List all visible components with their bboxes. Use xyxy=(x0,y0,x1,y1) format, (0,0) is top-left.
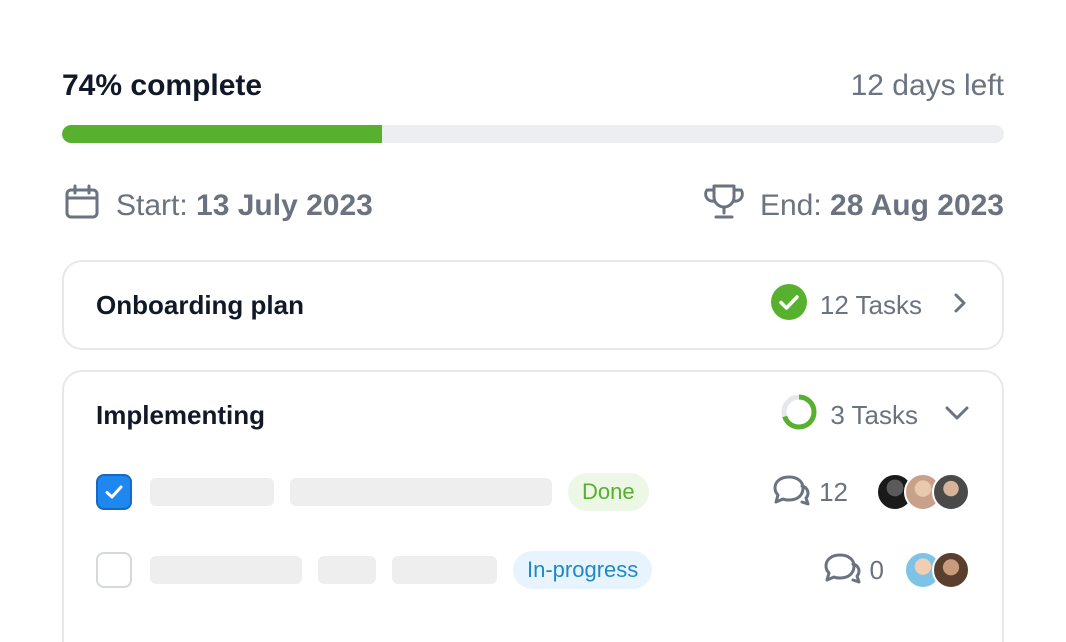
task-count: 3 Tasks xyxy=(830,399,918,430)
trophy-icon xyxy=(702,182,746,230)
start-label: Start: xyxy=(116,189,188,222)
placeholder-bar xyxy=(290,478,552,506)
start-value: 13 July 2023 xyxy=(196,189,373,222)
end-value: 28 Aug 2023 xyxy=(830,189,1004,222)
comment-count: 12 xyxy=(819,476,848,507)
calendar-icon xyxy=(62,182,102,230)
task-row: Done 12 xyxy=(96,470,970,514)
start-date: Start: 13 July 2023 xyxy=(62,182,373,230)
chevron-down-icon[interactable] xyxy=(944,400,970,431)
end-date: End: 28 Aug 2023 xyxy=(702,182,1004,230)
avatar[interactable] xyxy=(932,551,970,589)
section-title: Onboarding plan xyxy=(96,289,304,320)
avatar[interactable] xyxy=(932,473,970,511)
placeholder-bar xyxy=(318,556,376,584)
progress-bar xyxy=(62,125,1004,143)
placeholder-bar xyxy=(392,556,497,584)
task-checkbox[interactable] xyxy=(96,474,132,510)
comments-icon[interactable] xyxy=(771,473,811,512)
section-header[interactable]: Implementing 3 Tasks xyxy=(96,393,970,438)
chevron-right-icon[interactable] xyxy=(948,290,970,321)
placeholder-bar xyxy=(150,478,274,506)
date-range: Start: 13 July 2023 End: 28 Aug 2023 xyxy=(62,184,1004,228)
section-implementing: Implementing 3 Tasks Done 12 In-progress… xyxy=(62,370,1004,642)
section-title: Implementing xyxy=(96,399,266,430)
status-badge: Done xyxy=(568,473,649,511)
status-badge: In-progress xyxy=(513,551,653,589)
task-row: In-progress 0 xyxy=(96,548,970,592)
progress-ring-icon xyxy=(780,393,818,438)
placeholder-bar xyxy=(150,556,302,584)
check-circle-icon xyxy=(770,283,808,328)
task-checkbox[interactable] xyxy=(96,552,132,588)
progress-percent: 74% complete xyxy=(62,69,263,102)
progress-bar-fill xyxy=(62,125,383,143)
task-count: 12 Tasks xyxy=(819,289,922,320)
comments-icon[interactable] xyxy=(822,551,862,590)
section-onboarding-plan[interactable]: Onboarding plan 12 Tasks xyxy=(62,260,1004,350)
days-left: 12 days left xyxy=(850,69,1004,102)
end-label: End: xyxy=(759,189,822,222)
comment-count: 0 xyxy=(869,554,884,585)
progress-header: 74% complete 12 days left xyxy=(62,66,1004,106)
